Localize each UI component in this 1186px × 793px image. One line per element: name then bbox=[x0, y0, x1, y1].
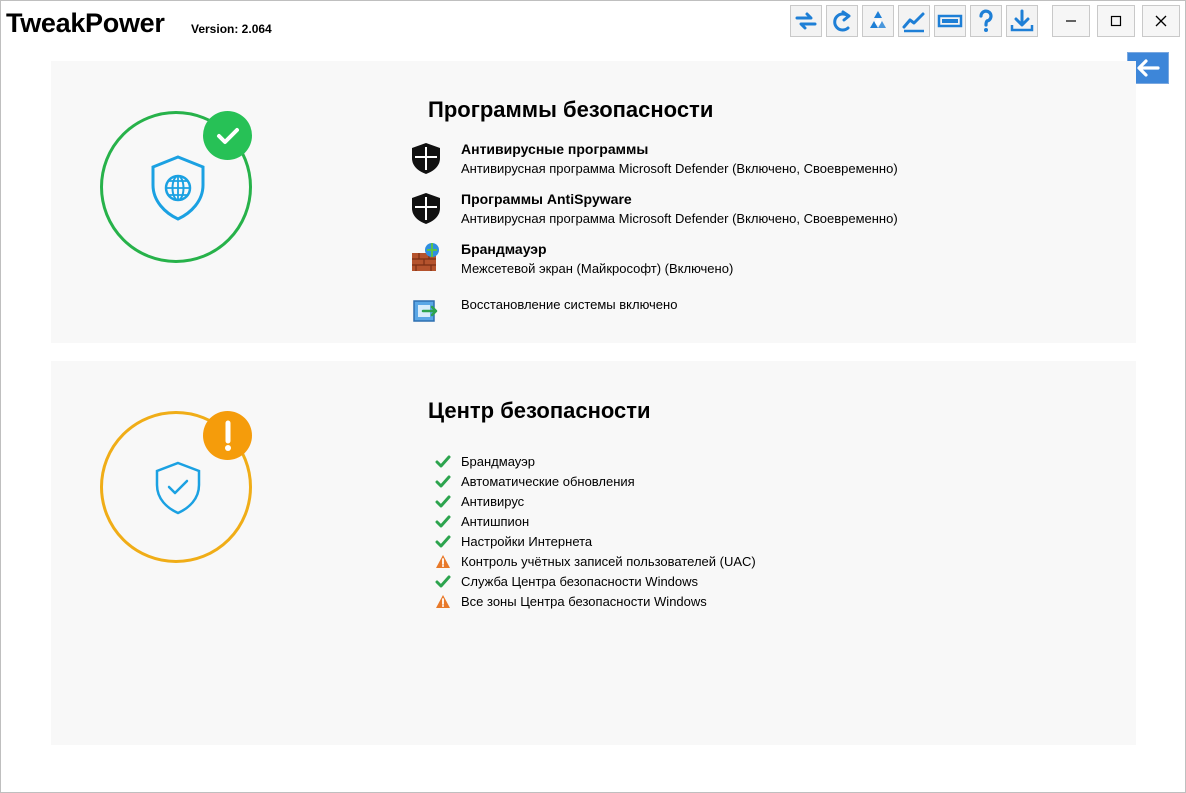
system-restore-icon bbox=[413, 300, 438, 322]
item-desc: Межсетевой экран (Майкрософт) (Включено) bbox=[461, 261, 734, 276]
refresh-icon bbox=[795, 12, 817, 30]
item-name: Программы AntiSpyware bbox=[461, 191, 632, 207]
security-center-panel: Центр безопасности Брандмауэр Автоматиче… bbox=[51, 361, 1136, 745]
refresh-button[interactable] bbox=[790, 5, 822, 37]
toolbar bbox=[790, 5, 1038, 37]
shield-icon bbox=[412, 193, 440, 224]
close-button[interactable] bbox=[1142, 5, 1180, 37]
help-button[interactable] bbox=[970, 5, 1002, 37]
item-name: Антивирусные программы bbox=[461, 141, 649, 157]
recycle-icon bbox=[870, 11, 886, 28]
checkmark-icon bbox=[216, 127, 239, 144]
performance-button[interactable] bbox=[898, 5, 930, 37]
redo-button[interactable] bbox=[826, 5, 858, 37]
item-name: Брандмауэр bbox=[461, 241, 547, 257]
warning-icon bbox=[436, 555, 450, 568]
exclamation-icon bbox=[224, 420, 231, 451]
security-programs-panel: Программы безопасности Антивирусные прог… bbox=[51, 61, 1136, 343]
close-icon bbox=[1155, 15, 1167, 27]
shield-icon bbox=[412, 143, 440, 174]
shield-check-icon bbox=[155, 461, 201, 515]
item-desc: Антивирусная программа Microsoft Defende… bbox=[461, 211, 898, 226]
chart-line-icon bbox=[902, 12, 925, 33]
list-item-label: Антивирус bbox=[461, 494, 525, 509]
arrow-left-icon bbox=[1137, 59, 1160, 77]
recycle-button[interactable] bbox=[862, 5, 894, 37]
checkmark-icon bbox=[435, 515, 451, 528]
item-desc: Антивирусная программа Microsoft Defende… bbox=[461, 161, 898, 176]
list-item-label: Антишпион bbox=[461, 514, 530, 529]
checkmark-icon bbox=[435, 455, 451, 468]
download-icon bbox=[1010, 9, 1034, 32]
minimize-icon bbox=[1066, 20, 1076, 22]
list-item-label: Автоматические обновления bbox=[461, 474, 635, 489]
section-title: Центр безопасности bbox=[428, 398, 651, 423]
list-item-label: Контроль учётных записей пользователей (… bbox=[461, 554, 756, 569]
minimize-button[interactable] bbox=[1052, 5, 1090, 37]
ram-icon bbox=[937, 14, 963, 28]
maximize-button[interactable] bbox=[1097, 5, 1135, 37]
help-icon bbox=[979, 9, 993, 32]
checkmark-icon bbox=[435, 475, 451, 488]
download-button[interactable] bbox=[1006, 5, 1038, 37]
list-item-label: Настройки Интернета bbox=[461, 534, 593, 549]
checkmark-icon bbox=[435, 495, 451, 508]
restore-status: Восстановление системы включено bbox=[461, 297, 678, 312]
section-title: Программы безопасности bbox=[428, 97, 714, 122]
checkmark-icon bbox=[435, 535, 451, 548]
list-item-label: Служба Центра безопасности Windows bbox=[461, 574, 699, 589]
warning-icon bbox=[436, 595, 450, 608]
list-item-label: Все зоны Центра безопасности Windows bbox=[461, 594, 707, 609]
firewall-icon bbox=[412, 243, 439, 271]
checkmark-icon bbox=[435, 575, 451, 588]
app-version: Version: 2.064 bbox=[191, 22, 272, 36]
redo-icon bbox=[833, 10, 851, 32]
title-bar: TweakPower Version: 2.064 bbox=[1, 1, 1185, 43]
app-window: TweakPower Version: 2.064 Программы безо… bbox=[0, 0, 1186, 793]
app-title: TweakPower bbox=[6, 8, 165, 38]
maximize-icon bbox=[1110, 15, 1122, 27]
memory-button[interactable] bbox=[934, 5, 966, 37]
shield-globe-icon bbox=[151, 155, 205, 221]
list-item-label: Брандмауэр bbox=[461, 454, 535, 469]
